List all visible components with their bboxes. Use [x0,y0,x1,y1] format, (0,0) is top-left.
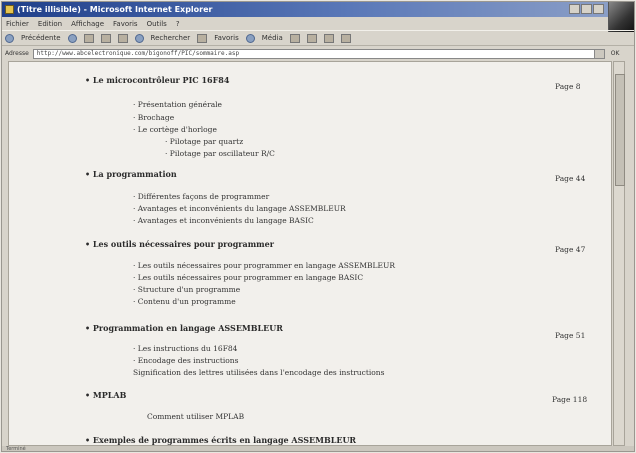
menu-outils[interactable]: Outils [147,20,167,28]
refresh-icon[interactable] [100,33,111,43]
page-content: • Le microcontrôleur PIC 16F84 Page 8 · … [8,61,612,446]
title-bar: (Titre illisible) - Microsoft Internet E… [2,2,634,17]
menu-favoris[interactable]: Favoris [113,20,138,28]
toc-item[interactable]: · Brochage [133,113,174,122]
section-title[interactable]: • La programmation [85,169,177,179]
print-icon[interactable] [323,33,334,43]
menu-help[interactable]: ? [176,20,180,28]
back-arrow-icon[interactable] [5,33,14,43]
toc-item[interactable]: · Les instructions du 16F84 [133,344,237,353]
window-controls [569,4,604,14]
ie-icon [5,5,14,14]
menu-edition[interactable]: Edition [38,20,62,28]
toc-item[interactable]: · Présentation générale [133,100,222,109]
stop-icon[interactable] [83,33,94,43]
address-label: Adresse [5,50,29,57]
history-icon[interactable] [289,33,300,43]
section-page: Page 47 [555,245,586,254]
toc-item[interactable]: · Contenu d'un programme [133,297,236,306]
media-button[interactable]: Média [262,34,283,42]
section-page: Page 44 [555,174,586,183]
search-button[interactable]: Rechercher [151,34,191,42]
toc-item[interactable]: · Avantages et inconvénients du langage … [133,216,314,225]
menu-bar: Fichier Edition Affichage Favoris Outils… [2,17,606,30]
go-button[interactable]: OK [611,50,620,57]
toc-item[interactable]: · Encodage des instructions [133,356,239,365]
media-icon[interactable] [245,33,255,43]
toc-subitem[interactable]: · Pilotage par quartz [165,137,243,146]
home-icon[interactable] [117,33,128,43]
address-input[interactable]: http://www.abcelectronique.com/bigonoff/… [32,48,605,59]
section-page: Page 118 [552,395,588,404]
favorites-button[interactable]: Favoris [214,34,239,42]
browser-window: (Titre illisible) - Microsoft Internet E… [1,1,635,452]
windows-logo [608,2,634,32]
toc-item[interactable]: · Différentes façons de programmer [133,192,269,201]
section-page: Page 51 [555,331,586,340]
section-title[interactable]: • Le microcontrôleur PIC 16F84 [85,75,229,85]
scroll-thumb[interactable] [615,74,625,186]
mail-icon[interactable] [306,33,317,43]
section-title[interactable]: • MPLAB [85,390,126,400]
address-dropdown-icon[interactable] [593,49,604,58]
toc-subitem[interactable]: · Pilotage par oscillateur R/C [165,149,275,158]
search-icon[interactable] [134,33,144,43]
maximize-button[interactable] [581,4,592,14]
menu-affichage[interactable]: Affichage [71,20,104,28]
toc-item[interactable]: · Avantages et inconvénients du langage … [133,204,346,213]
section-title[interactable]: • Les outils nécessaires pour programmer [85,239,274,249]
forward-arrow-icon[interactable] [67,33,77,43]
minimize-button[interactable] [569,4,580,14]
edit-icon[interactable] [340,33,351,43]
toc-item[interactable]: · Le cortège d'horloge [133,125,217,134]
close-button[interactable] [593,4,604,14]
toc-item[interactable]: · Structure d'un programme [133,285,240,294]
menu-fichier[interactable]: Fichier [6,20,29,28]
status-text: Terminé [6,446,26,452]
address-bar: Adresse http://www.abcelectronique.com/b… [2,47,634,60]
window-title: (Titre illisible) - Microsoft Internet E… [17,5,213,14]
toc-item[interactable]: · Les outils nécessaires pour programmer… [133,273,363,282]
back-button[interactable]: Précédente [21,34,61,42]
toolbar: Précédente Rechercher Favoris Média [2,30,634,46]
toc-item[interactable]: · Les outils nécessaires pour programmer… [133,261,395,270]
section-title[interactable]: • Programmation en langage ASSEMBLEUR [85,323,283,333]
toc-item[interactable]: Comment utiliser MPLAB [147,412,244,421]
vertical-scrollbar[interactable] [613,61,625,446]
favorites-icon[interactable] [197,33,208,43]
section-page: Page 8 [555,82,581,91]
status-bar: Terminé [2,446,634,452]
address-url: http://www.abcelectronique.com/bigonoff/… [36,50,240,57]
toc-item[interactable]: Signification des lettres utilisées dans… [133,368,384,377]
section-title[interactable]: • Exemples de programmes écrits en langa… [85,435,356,445]
